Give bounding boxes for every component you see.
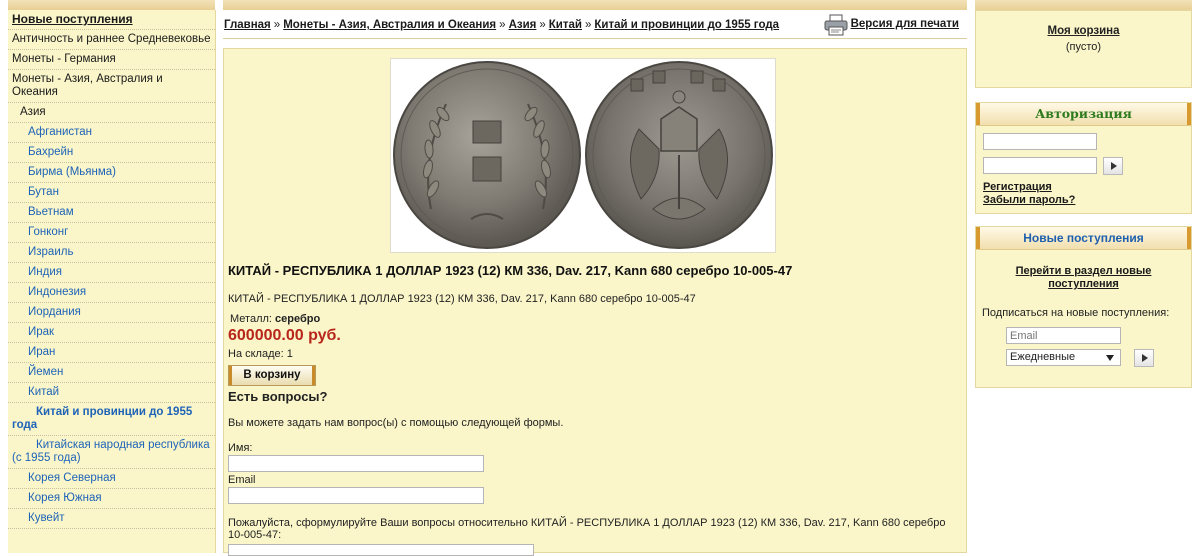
subscribe-frequency-select[interactable]: Ежедневные: [1006, 349, 1121, 366]
sidebar-item-bhutan[interactable]: Бутан: [8, 183, 215, 203]
main-content: Главная» Монеты - Азия, Австралия и Океан…: [223, 10, 967, 556]
breadcrumb-separator: »: [539, 19, 546, 31]
sidebar-item-asia-australia-oceania[interactable]: Монеты - Азия, Австралия и Океания: [8, 70, 215, 103]
sidebar-item-yemen[interactable]: Йемен: [8, 363, 215, 383]
breadcrumb-bar: Главная» Монеты - Азия, Австралия и Океан…: [223, 10, 967, 39]
questions-title: Есть вопросы?: [228, 389, 328, 404]
sidebar-item-vietnam[interactable]: Вьетнам: [8, 203, 215, 223]
sidebar-item-iraq[interactable]: Ирак: [8, 323, 215, 343]
cart-panel: Моя корзина (пусто): [975, 10, 1192, 88]
sidebar-item-burma[interactable]: Бирма (Мьянма): [8, 163, 215, 183]
product-title: КИТАЙ - РЕСПУБЛИКА 1 ДОЛЛАР 1923 (12) КМ…: [228, 263, 793, 278]
auth-panel: Авторизация Регистрация Забыли пароль?: [975, 102, 1192, 214]
frequency-value: Ежедневные: [1010, 351, 1076, 363]
product-panel: КИТАЙ - РЕСПУБЛИКА 1 ДОЛЛАР 1923 (12) КМ…: [223, 48, 967, 556]
sidebar-item-antiquity[interactable]: Античность и раннее Средневековье: [8, 30, 215, 50]
auth-title: Авторизация: [976, 103, 1191, 126]
sidebar-item-bahrain[interactable]: Бахрейн: [8, 143, 215, 163]
breadcrumb-china-before-1955[interactable]: Китай и провинции до 1955 года: [594, 19, 779, 31]
news-section-link[interactable]: Перейти в раздел новые поступления: [996, 265, 1171, 291]
sidebar-item-jordan[interactable]: Иордания: [8, 303, 215, 323]
add-to-cart-button[interactable]: В корзину: [228, 365, 316, 386]
question-prompt: Пожалуйста, сформулируйте Ваши вопросы о…: [228, 517, 946, 541]
category-sidebar: Новые поступления Античность и раннее Ср…: [8, 10, 216, 553]
sidebar-item-indonesia[interactable]: Индонезия: [8, 283, 215, 303]
sidebar-item-asia[interactable]: Азия: [8, 103, 215, 123]
register-link[interactable]: Регистрация: [983, 181, 1052, 193]
login-field[interactable]: [983, 133, 1097, 150]
product-stock: На складе: 1: [228, 348, 293, 360]
sidebar-item-iran[interactable]: Иран: [8, 343, 215, 363]
sidebar-item-china-before-1955[interactable]: Китай и провинции до 1955 года: [8, 403, 215, 436]
product-description: КИТАЙ - РЕСПУБЛИКА 1 ДОЛЛАР 1923 (12) КМ…: [228, 293, 696, 305]
metal-value: серебро: [275, 313, 321, 325]
email-field[interactable]: [228, 487, 484, 504]
sidebar-item-kuwait[interactable]: Кувейт: [8, 509, 215, 529]
sidebar-item-south-korea[interactable]: Корея Южная: [8, 489, 215, 509]
cart-status: (пусто): [1065, 41, 1102, 53]
forgot-password-link[interactable]: Забыли пароль?: [983, 194, 1075, 206]
name-label: Имя:: [228, 442, 253, 454]
print-version-link[interactable]: Версия для печати: [823, 14, 959, 36]
chevron-down-icon: [1106, 355, 1114, 361]
metal-label: Металл:: [230, 313, 272, 325]
breadcrumb-separator: »: [584, 19, 592, 31]
subscribe-submit-button[interactable]: [1134, 349, 1154, 367]
print-version-label: Версия для печати: [850, 18, 959, 30]
email-label: Email: [228, 474, 256, 486]
sidebar-item-germany[interactable]: Монеты - Германия: [8, 50, 215, 70]
sidebar-item-china-prc[interactable]: Китайская народная республика (с 1955 го…: [8, 436, 215, 469]
product-metal: Металл: серебро: [230, 313, 320, 325]
questions-intro: Вы можете задать нам вопрос(ы) с помощью…: [228, 417, 564, 429]
sidebar-item-new-arrivals[interactable]: Новые поступления: [8, 10, 215, 30]
sidebar-item-afghanistan[interactable]: Афганистан: [8, 123, 215, 143]
news-title: Новые поступления: [976, 227, 1191, 250]
breadcrumb-china[interactable]: Китай: [549, 19, 582, 31]
breadcrumb-asia-australia-oceania[interactable]: Монеты - Азия, Австралия и Океания: [283, 19, 496, 31]
sidebar-item-hong-kong[interactable]: Гонконг: [8, 223, 215, 243]
cart-link[interactable]: Моя корзина: [976, 25, 1191, 37]
subscribe-label: Подписаться на новые поступления:: [982, 307, 1170, 319]
breadcrumb-asia[interactable]: Азия: [509, 19, 537, 31]
product-price: 600000.00 руб.: [228, 327, 341, 344]
question-textarea[interactable]: [228, 544, 534, 556]
news-panel: Новые поступления Перейти в раздел новые…: [975, 226, 1192, 388]
name-field[interactable]: [228, 455, 484, 472]
subscribe-email-input[interactable]: [1006, 327, 1121, 344]
breadcrumb: Главная» Монеты - Азия, Австралия и Океан…: [224, 19, 779, 31]
password-field[interactable]: [983, 157, 1097, 174]
sidebar-item-north-korea[interactable]: Корея Северная: [8, 469, 215, 489]
breadcrumb-separator: »: [499, 19, 506, 31]
sidebar-item-israel[interactable]: Израиль: [8, 243, 215, 263]
sidebar-item-china[interactable]: Китай: [8, 383, 215, 403]
login-submit-button[interactable]: [1103, 157, 1123, 175]
right-sidebar: Моя корзина (пусто) Авторизация Регистра…: [975, 0, 1192, 553]
breadcrumb-separator: »: [273, 19, 281, 31]
coin-image[interactable]: [390, 58, 776, 253]
breadcrumb-home[interactable]: Главная: [224, 19, 271, 31]
printer-icon: [823, 14, 848, 36]
sidebar-item-india[interactable]: Индия: [8, 263, 215, 283]
